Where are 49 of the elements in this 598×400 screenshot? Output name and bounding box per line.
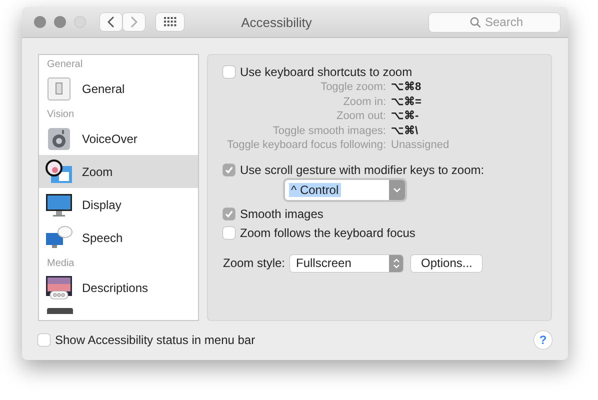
magnifier-icon — [45, 158, 73, 184]
checkbox-label: Zoom follows the keyboard focus — [240, 226, 416, 240]
section-header: Media — [46, 257, 76, 271]
grid-icon — [164, 17, 176, 27]
modifier-dropdown[interactable]: ^ Control — [285, 180, 405, 200]
checkbox-label: Smooth images — [240, 206, 324, 220]
chevron-icon — [389, 180, 405, 200]
shortcut-label: Zoom in: — [342, 96, 386, 109]
shortcut-value: ⌥⌘8 — [391, 81, 422, 94]
show-all-button[interactable] — [156, 13, 184, 31]
screen-caption-icon — [45, 274, 73, 300]
zoom-button[interactable] — [74, 16, 86, 28]
shortcut-value: ⌥⌘- — [391, 110, 420, 124]
zoom-style-label: Zoom style: — [223, 256, 286, 270]
shortcut-value: Unassigned — [391, 139, 450, 152]
shortcut-value: ⌥⌘= — [391, 96, 422, 109]
shortcut-label: Toggle keyboard focus following: — [226, 139, 386, 152]
checkbox[interactable] — [38, 334, 50, 346]
zoom-style-popup[interactable]: Fullscreen — [290, 254, 404, 272]
close-button[interactable] — [34, 16, 46, 28]
stepper-icon — [389, 254, 404, 272]
checkbox[interactable] — [223, 66, 235, 78]
minimize-button[interactable] — [54, 16, 66, 28]
search-field[interactable]: Search — [429, 12, 560, 32]
section-header: General — [46, 58, 84, 72]
chevron-right-icon — [130, 16, 138, 28]
speech-bubble-icon — [45, 224, 73, 250]
shortcut-label: Toggle smooth images: — [272, 124, 386, 138]
shortcut-label: Zoom out: — [335, 110, 386, 124]
shortcut-value: ⌥⌘\ — [391, 124, 420, 138]
monitor-icon — [45, 192, 73, 218]
checkbox-label: Show Accessibility status in menu bar — [55, 333, 256, 347]
checkbox[interactable] — [223, 226, 235, 238]
sidebar-item[interactable]: Speech — [39, 221, 198, 254]
sidebar-item[interactable]: VoiceOver — [39, 122, 198, 155]
sidebar-item[interactable]: Zoom — [39, 155, 198, 188]
sidebar-item[interactable]: General — [39, 72, 198, 105]
window-title: Accessibility — [240, 14, 313, 30]
chevron-left-icon — [107, 16, 115, 28]
speaker-icon — [45, 126, 73, 152]
sidebar-item[interactable]: Display — [39, 188, 198, 221]
section-header: Vision — [46, 108, 76, 122]
sidebar-item[interactable]: Descriptions — [39, 271, 198, 304]
shortcut-label: Toggle zoom: — [320, 81, 386, 94]
options-button[interactable]: Options... — [411, 254, 482, 272]
checkbox-label: Use scroll gesture with modifier keys to zoom: — [240, 162, 484, 176]
switch-icon — [45, 76, 73, 102]
back-button[interactable] — [100, 13, 122, 31]
checkbox-label: Use keyboard shortcuts to zoom — [240, 65, 412, 79]
